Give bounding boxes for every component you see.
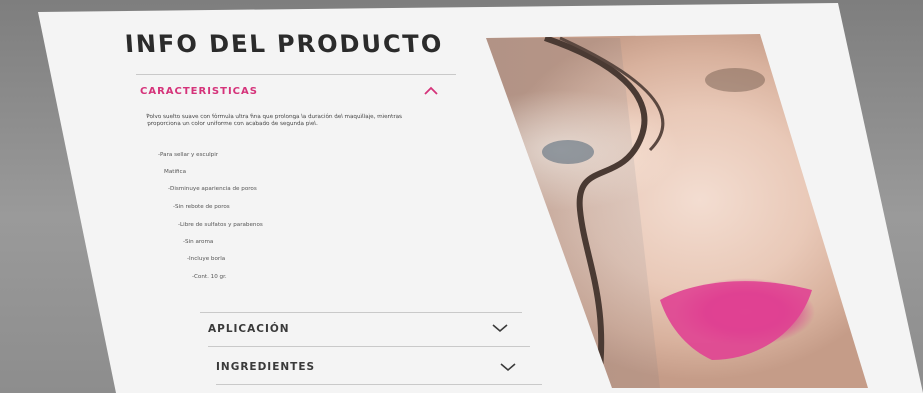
hair-strand-graphic — [542, 35, 812, 388]
